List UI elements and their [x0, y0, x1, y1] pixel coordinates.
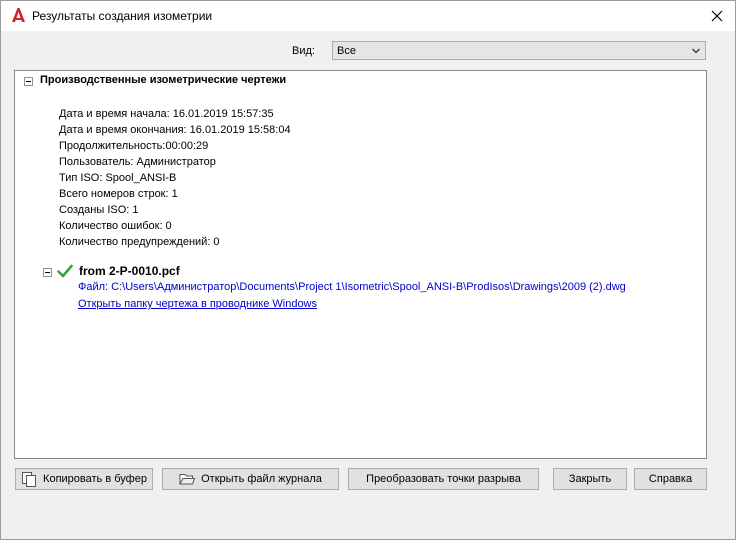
detail-error-count: Количество ошибок: 0: [59, 220, 172, 232]
help-button-label: Справка: [648, 473, 693, 485]
close-icon: [711, 10, 723, 22]
copy-button-label: Копировать в буфер: [43, 473, 147, 485]
detail-iso-created: Созданы ISO: 1: [59, 204, 139, 216]
file-title: from 2-P-0010.pcf: [79, 264, 180, 278]
title-bar: Результаты создания изометрии: [1, 1, 735, 31]
detail-start-time: Дата и время начала: 16.01.2019 15:57:35: [59, 108, 274, 120]
open-log-button[interactable]: Открыть файл журнала: [162, 468, 339, 490]
copy-icon: [22, 472, 37, 487]
detail-duration: Продолжительность:00:00:29: [59, 140, 209, 152]
results-dialog: Результаты создания изометрии Вид: Все П…: [0, 0, 736, 540]
window-title: Результаты создания изометрии: [32, 9, 213, 23]
help-button[interactable]: Справка: [634, 468, 707, 490]
detail-iso-type: Тип ISO: Spool_ANSI-B: [59, 172, 177, 184]
section-title: Производственные изометрические чертежи: [40, 74, 287, 86]
folder-open-icon: [179, 474, 196, 485]
view-dropdown-value: Все: [337, 45, 356, 57]
close-button-label: Закрыть: [568, 473, 612, 485]
detail-line-count: Всего номеров строк: 1: [59, 188, 178, 200]
checkmark-icon: [57, 264, 73, 278]
convert-break-points-button[interactable]: Преобразовать точки разрыва: [348, 468, 539, 490]
results-panel: Производственные изометрические чертежи …: [14, 70, 707, 459]
open-log-button-label: Открыть файл журнала: [201, 473, 322, 485]
details-list: Дата и время начала: 16.01.2019 15:57:35…: [59, 106, 291, 250]
view-dropdown[interactable]: Все: [332, 41, 706, 60]
detail-warning-count: Количество предупреждений: 0: [59, 236, 220, 248]
chevron-down-icon: [692, 48, 700, 54]
file-path: Файл: C:\Users\Администратор\Documents\P…: [78, 281, 626, 293]
copy-to-clipboard-button[interactable]: Копировать в буфер: [15, 468, 153, 490]
view-label: Вид:: [292, 45, 315, 57]
convert-button-label: Преобразовать точки разрыва: [366, 473, 521, 485]
collapse-file-toggle[interactable]: [43, 268, 52, 277]
autocad-logo-icon: [12, 8, 25, 22]
detail-user: Пользователь: Администратор: [59, 156, 216, 168]
open-folder-link[interactable]: Открыть папку чертежа в проводнике Windo…: [78, 298, 317, 310]
close-button[interactable]: Закрыть: [553, 468, 627, 490]
detail-end-time: Дата и время окончания: 16.01.2019 15:58…: [59, 124, 291, 136]
collapse-section-toggle[interactable]: [24, 77, 33, 86]
close-window-button[interactable]: [699, 1, 735, 31]
